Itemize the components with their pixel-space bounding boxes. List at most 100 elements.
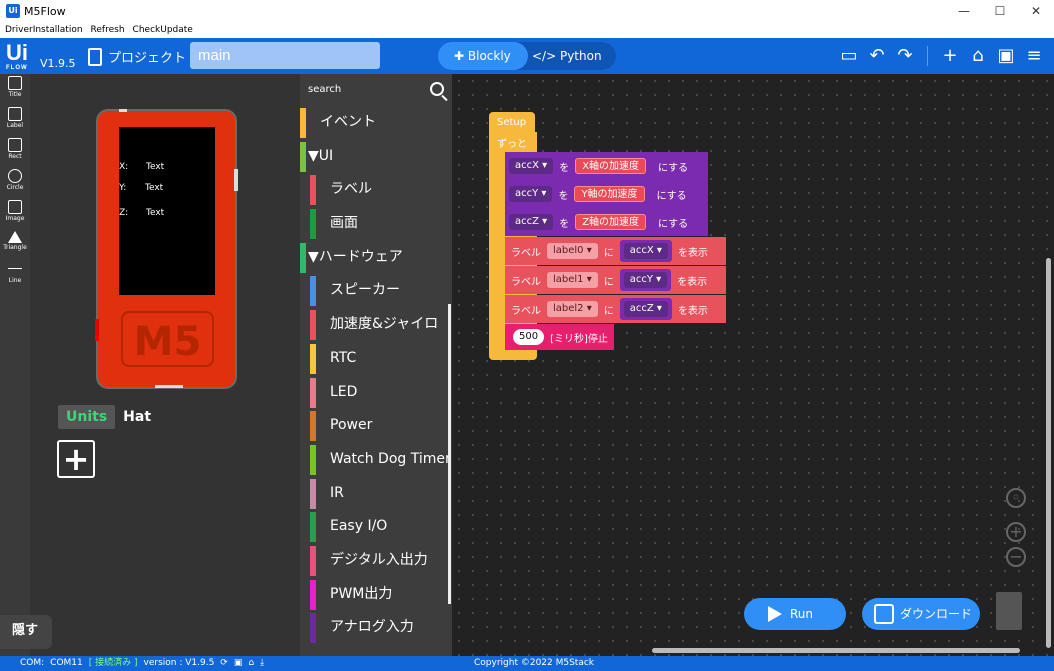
filename-input[interactable] bbox=[190, 42, 380, 69]
zoom-out-icon[interactable]: − bbox=[1006, 547, 1026, 567]
wait-ms-block[interactable]: 500 [ミリ秒]停止 bbox=[505, 324, 614, 350]
window-titlebar: Ui M5Flow — ☐ ✕ bbox=[0, 0, 1054, 22]
category-item[interactable]: 画面 bbox=[300, 207, 452, 241]
category-color-bar bbox=[300, 141, 306, 172]
category-item[interactable]: イベント bbox=[300, 106, 452, 140]
close-button[interactable]: ✕ bbox=[1018, 0, 1054, 22]
var-dropdown[interactable]: accY ▾ bbox=[623, 272, 668, 288]
assign-suffix: にする bbox=[658, 162, 689, 174]
category-item[interactable]: Easy I/O bbox=[300, 510, 452, 544]
save-icon[interactable]: ▣ bbox=[996, 46, 1016, 66]
menu-icon[interactable]: ≡ bbox=[1024, 46, 1044, 66]
undo-icon[interactable]: ↶ bbox=[867, 46, 887, 66]
assign-block-accx[interactable]: accX ▾ を X軸の加速度 にする bbox=[505, 152, 708, 180]
tab-python[interactable]: </> Python bbox=[532, 42, 602, 70]
blockly-workspace[interactable]: Setup ずっと accX ▾ を X軸の加速度 にする accY ▾ を Y… bbox=[452, 74, 1054, 656]
tab-blockly[interactable]: ✚ Blockly bbox=[438, 42, 528, 70]
accel-x-block[interactable]: X軸の加速度 bbox=[575, 158, 647, 174]
accel-z-block[interactable]: Z軸の加速度 bbox=[575, 214, 647, 230]
category-scrollbar[interactable] bbox=[448, 304, 451, 604]
tool-circle[interactable]: Circle bbox=[0, 167, 30, 198]
tool-rect[interactable]: Rect bbox=[0, 136, 30, 167]
label-block-2[interactable]: ラベル label2 ▾ に accZ ▾ を表示 bbox=[505, 295, 726, 323]
screen-key-x[interactable]: X: bbox=[119, 162, 128, 172]
folder-status-icon[interactable]: ⌂ bbox=[248, 656, 254, 671]
screen-label0[interactable]: Text bbox=[146, 162, 164, 172]
menu-refresh[interactable]: Refresh bbox=[91, 25, 125, 35]
tool-rect-label: Rect bbox=[8, 153, 22, 160]
workspace-horizontal-scrollbar[interactable] bbox=[652, 648, 1020, 653]
recenter-icon[interactable]: ◦ bbox=[1006, 488, 1026, 508]
setup-block[interactable]: Setup bbox=[489, 112, 535, 132]
category-label: RTC bbox=[330, 349, 357, 366]
label-dropdown[interactable]: label0 ▾ bbox=[547, 243, 598, 259]
tool-label-label: Label bbox=[6, 122, 24, 129]
assign-block-accz[interactable]: accZ ▾ を Z軸の加速度 にする bbox=[505, 208, 708, 236]
tool-line[interactable]: Line bbox=[0, 260, 30, 291]
zoom-in-icon[interactable]: + bbox=[1006, 522, 1026, 542]
category-color-bar bbox=[300, 108, 306, 138]
new-file-icon[interactable]: + bbox=[940, 46, 960, 66]
category-item[interactable]: 加速度&ジャイロ bbox=[300, 308, 452, 342]
add-unit-button[interactable]: + bbox=[57, 440, 95, 478]
category-item[interactable]: IR bbox=[300, 477, 452, 511]
accel-y-block[interactable]: Y軸の加速度 bbox=[574, 186, 645, 202]
tool-triangle[interactable]: Triangle bbox=[0, 229, 30, 260]
label-ni: に bbox=[603, 247, 614, 259]
download-status-icon[interactable]: ⤓ bbox=[260, 656, 264, 671]
category-item[interactable]: アナログ入力 bbox=[300, 611, 452, 645]
device-manager-icon[interactable]: ▭ bbox=[839, 46, 859, 66]
category-item[interactable]: Watch Dog Timer bbox=[300, 443, 452, 477]
assign-block-accy[interactable]: accY ▾ を Y軸の加速度 にする bbox=[505, 180, 708, 208]
search-icon[interactable] bbox=[430, 82, 444, 96]
category-item[interactable]: RTC bbox=[300, 342, 452, 376]
workspace-vertical-scrollbar[interactable] bbox=[1046, 258, 1051, 648]
tool-image[interactable]: Image bbox=[0, 198, 30, 229]
tool-label[interactable]: Label bbox=[0, 105, 30, 136]
tab-units[interactable]: Units bbox=[58, 405, 116, 429]
var-slot: accX ▾ bbox=[619, 240, 672, 262]
var-dropdown[interactable]: accY ▾ bbox=[509, 186, 553, 202]
category-item[interactable]: ▼UI bbox=[300, 140, 452, 174]
var-dropdown[interactable]: accX ▾ bbox=[623, 243, 668, 259]
var-dropdown[interactable]: accZ ▾ bbox=[623, 301, 668, 317]
category-item[interactable]: スピーカー bbox=[300, 274, 452, 308]
screen-label1[interactable]: Text bbox=[145, 183, 163, 193]
var-dropdown[interactable]: accZ ▾ bbox=[509, 214, 554, 230]
category-label: LED bbox=[330, 383, 358, 400]
screen-key-z[interactable]: Z: bbox=[119, 208, 128, 218]
tool-title[interactable]: Title bbox=[0, 74, 30, 105]
category-item[interactable]: デジタル入出力 bbox=[300, 544, 452, 578]
run-button[interactable]: Run bbox=[744, 598, 846, 630]
category-item[interactable]: PWM出力 bbox=[300, 578, 452, 612]
category-search[interactable]: search bbox=[300, 74, 452, 106]
var-dropdown[interactable]: accX ▾ bbox=[509, 158, 554, 174]
open-folder-icon[interactable]: ⌂ bbox=[968, 46, 988, 66]
com-port[interactable]: COM11 bbox=[50, 656, 83, 671]
tab-python-label: Python bbox=[559, 49, 602, 63]
category-item[interactable]: LED bbox=[300, 376, 452, 410]
project-button[interactable]: プロジェクト bbox=[88, 47, 186, 66]
label-block-0[interactable]: ラベル label0 ▾ に accX ▾ を表示 bbox=[505, 237, 726, 265]
menu-check-update[interactable]: CheckUpdate bbox=[133, 25, 193, 35]
label-block-1[interactable]: ラベル label1 ▾ に accY ▾ を表示 bbox=[505, 266, 726, 294]
wait-ms-input[interactable]: 500 bbox=[513, 329, 545, 345]
rect-icon bbox=[8, 138, 22, 152]
trash-icon[interactable] bbox=[996, 592, 1022, 630]
maximize-button[interactable]: ☐ bbox=[982, 0, 1018, 22]
hide-button[interactable]: 隠す bbox=[0, 615, 52, 649]
minimize-button[interactable]: — bbox=[946, 0, 982, 22]
screen-key-y[interactable]: Y: bbox=[119, 183, 126, 193]
redo-icon[interactable]: ↷ bbox=[895, 46, 915, 66]
refresh-icon[interactable]: ⟳ bbox=[220, 656, 228, 671]
category-item[interactable]: ▼ハードウェア bbox=[300, 241, 452, 275]
download-button[interactable]: ダウンロード bbox=[862, 598, 980, 630]
label-dropdown[interactable]: label1 ▾ bbox=[547, 272, 598, 288]
menu-driver-installation[interactable]: DriverInstallation bbox=[5, 25, 83, 35]
category-item[interactable]: Power bbox=[300, 409, 452, 443]
screen-label2[interactable]: Text bbox=[146, 208, 164, 218]
label-dropdown[interactable]: label2 ▾ bbox=[547, 301, 598, 317]
save-status-icon[interactable]: ▣ bbox=[234, 656, 243, 671]
tab-hat[interactable]: Hat bbox=[115, 405, 159, 429]
category-item[interactable]: ラベル bbox=[300, 173, 452, 207]
